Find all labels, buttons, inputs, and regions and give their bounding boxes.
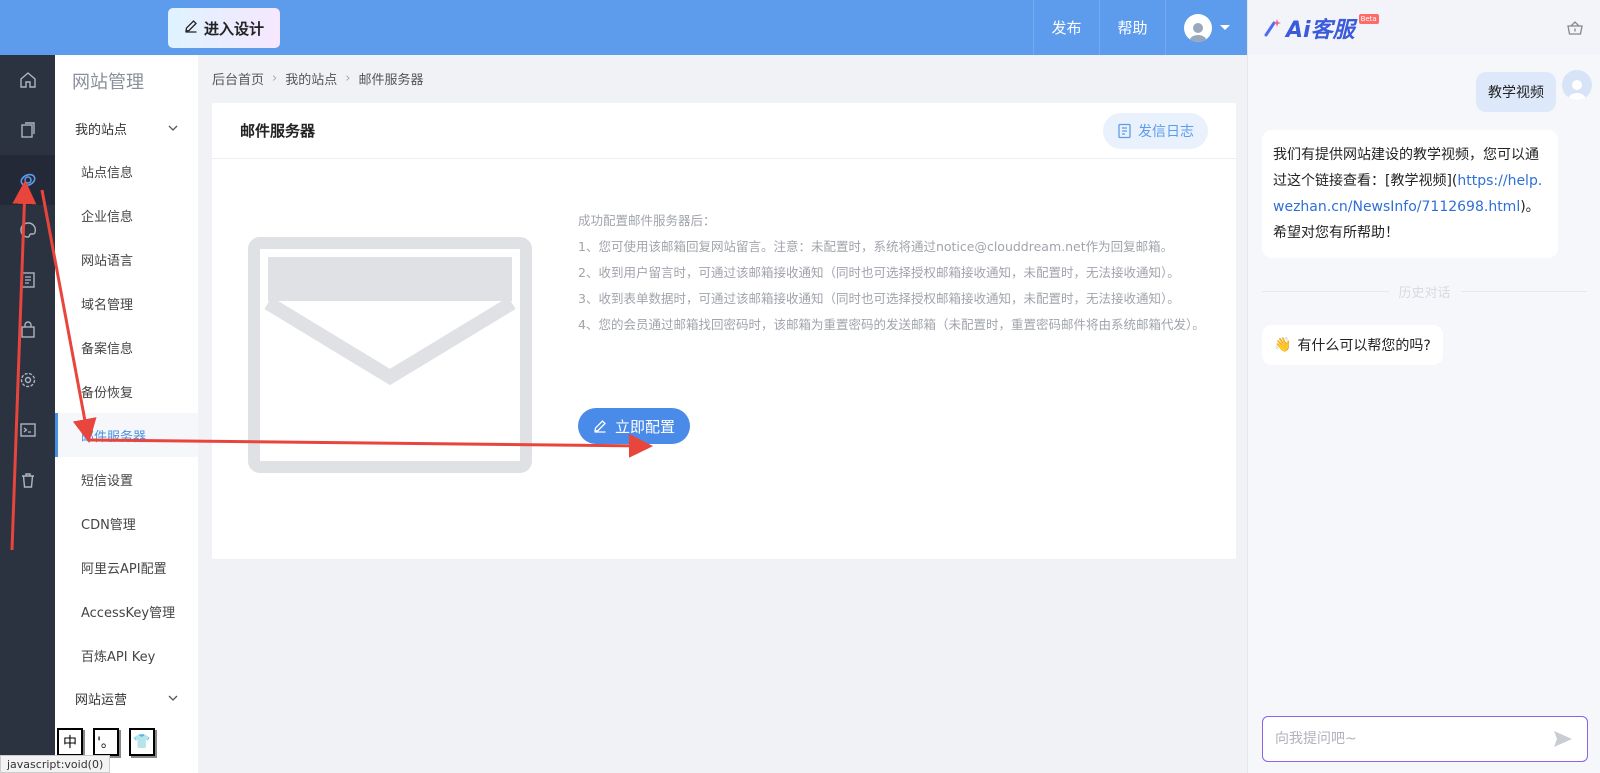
rail-site[interactable] [0,155,55,205]
rail-home[interactable] [0,55,55,105]
configure-now-label: 立即配置 [615,417,676,436]
send-log-button[interactable]: 发信日志 [1103,112,1208,149]
info-line-2: 2、收到用户留言时，可通过该邮箱接收通知（同时也可选择授权邮箱接收通知，未配置时… [578,265,1180,280]
submenu-group-my-sites[interactable]: 我的站点 [55,107,198,149]
submenu-item-sms[interactable]: 短信设置 [55,457,198,501]
beta-badge: Beta [1358,13,1379,24]
site-management-submenu: 网站管理 我的站点 站点信息 企业信息 网站语言 域名管理 备案信息 备份恢复 … [55,55,198,773]
submenu-item-aliyun-api[interactable]: 阿里云API配置 [55,545,198,589]
submenu-item-accesskey[interactable]: AccessKey管理 [55,589,198,633]
top-navigation-bar: 进入设计 发布 帮助 [0,0,1247,55]
ime-skin-icon[interactable]: 👕 [129,728,155,756]
ime-chinese-toggle[interactable]: 中 [57,728,83,756]
user-menu[interactable] [1165,0,1247,55]
breadcrumb-current: 邮件服务器 [358,73,424,88]
mail-server-card: 邮件服务器 发信日志 成功配置邮件服务器后： 1、您可使用该邮箱回复网站留言。注… [212,103,1236,559]
user-message: 教学视频 [1476,70,1592,112]
greeting-message: 👋 有什么可以帮您的吗? [1262,325,1443,365]
bag-icon [20,321,35,338]
chevron-right-icon: › [272,71,278,86]
waving-hand-icon: 👋 [1274,337,1292,353]
user-avatar [1562,70,1592,100]
main-content: 后台首页 › 我的站点 › 邮件服务器 邮件服务器 发信日志 成功配置邮件服务器… [198,55,1247,773]
ai-panel-header: Ai客服 Beta [1248,0,1600,55]
ime-punctuation-toggle[interactable]: '。 [93,728,119,756]
trash-icon [21,473,34,488]
ai-brand-logo: Ai客服 Beta [1262,12,1379,44]
home-icon [19,72,36,88]
rail-palette[interactable] [0,205,55,255]
browser-status-bar: javascript:void(0) [0,755,111,773]
icon-rail [0,55,55,773]
top-right-actions: 发布 帮助 [1033,0,1247,55]
palette-icon [19,222,36,238]
document-icon [1118,123,1131,138]
send-log-label: 发信日志 [1138,123,1194,140]
sparkle-icon [1264,18,1281,36]
card-header: 邮件服务器 发信日志 [212,103,1236,159]
rail-trash[interactable] [0,455,55,505]
submenu-title: 网站管理 [72,72,144,93]
submenu-item-site-language[interactable]: 网站语言 [55,237,198,281]
submenu-item-company-info[interactable]: 企业信息 [55,193,198,237]
submenu-item-backup[interactable]: 备份恢复 [55,369,198,413]
enter-design-label: 进入设计 [203,19,264,38]
ai-question-input-box [1262,716,1588,762]
page-title: 邮件服务器 [240,122,316,140]
ai-question-input[interactable] [1275,731,1535,747]
avatar [1183,13,1212,42]
submenu-group-operations[interactable]: 网站运营 [55,677,198,719]
ime-toolbar: 中 '。 👕 [57,728,155,756]
ai-brand-name: Ai客服 [1286,17,1355,43]
ai-service-panel: Ai客服 Beta 教学视频 我们有提供网站建设的教学视频，您可以通过这个链接查… [1247,0,1600,773]
rail-article[interactable] [0,255,55,305]
submenu-item-site-info[interactable]: 站点信息 [55,149,198,193]
breadcrumb-home[interactable]: 后台首页 [212,69,264,88]
history-label: 历史对话 [1398,286,1451,301]
article-icon [20,272,35,288]
greeting-text: 有什么可以帮您的吗? [1297,338,1431,354]
site-icon [20,173,35,187]
help-button[interactable]: 帮助 [1099,0,1165,55]
bot-message: 我们有提供网站建设的教学视频，您可以通过这个链接查看：[教学视频](https:… [1262,130,1558,258]
submenu-item-icp-record[interactable]: 备案信息 [55,325,198,369]
submenu-item-domain[interactable]: 域名管理 [55,281,198,325]
mail-envelope-icon [248,237,532,477]
chevron-down-icon [168,695,178,701]
edit-icon [184,19,198,37]
settings-icon [20,372,35,388]
divider-line [1460,291,1588,292]
send-icon[interactable] [1553,730,1573,748]
info-title: 成功配置邮件服务器后： [578,213,716,228]
configure-now-button[interactable]: 立即配置 [578,408,691,444]
breadcrumb-my-sites[interactable]: 我的站点 [285,69,337,88]
user-message-bubble: 教学视频 [1476,72,1556,112]
info-line-1: 1、您可使用该邮箱回复网站留言。注意：未配置时，系统将通过notice@clou… [578,239,1174,254]
chevron-down-icon [1219,25,1230,30]
history-divider: 历史对话 [1262,282,1588,301]
info-line-3: 3、收到表单数据时，可通过该邮箱接收通知（同时也可选择授权邮箱接收通知，未配置时… [578,291,1180,306]
rail-terminal[interactable] [0,405,55,455]
edit-icon [594,420,606,433]
group-label: 网站运营 [75,692,128,708]
terminal-icon [19,423,36,437]
submenu-item-bailian-api[interactable]: 百炼API Key [55,633,198,677]
rail-settings[interactable] [0,355,55,405]
group-label: 我的站点 [75,122,128,138]
logo-area [0,0,158,55]
submenu-item-mail-server[interactable]: 邮件服务器 [55,413,198,457]
basket-icon[interactable] [1566,19,1584,37]
chevron-down-icon [168,125,178,131]
enter-design-button[interactable]: 进入设计 [168,8,280,48]
publish-button[interactable]: 发布 [1033,0,1099,55]
rail-shop[interactable] [0,305,55,355]
mail-server-info: 成功配置邮件服务器后： 1、您可使用该邮箱回复网站留言。注意：未配置时，系统将通… [578,211,1208,341]
submenu-item-cdn[interactable]: CDN管理 [55,501,198,545]
info-line-4: 4、您的会员通过邮箱找回密码时，该邮箱为重置密码的发送邮箱（未配置时，重置密码邮… [578,317,1205,332]
divider-line [1262,291,1389,292]
breadcrumb: 后台首页 › 我的站点 › 邮件服务器 [212,69,423,88]
chevron-right-icon: › [345,71,351,86]
rail-pages[interactable] [0,105,55,155]
pages-icon [20,122,35,138]
